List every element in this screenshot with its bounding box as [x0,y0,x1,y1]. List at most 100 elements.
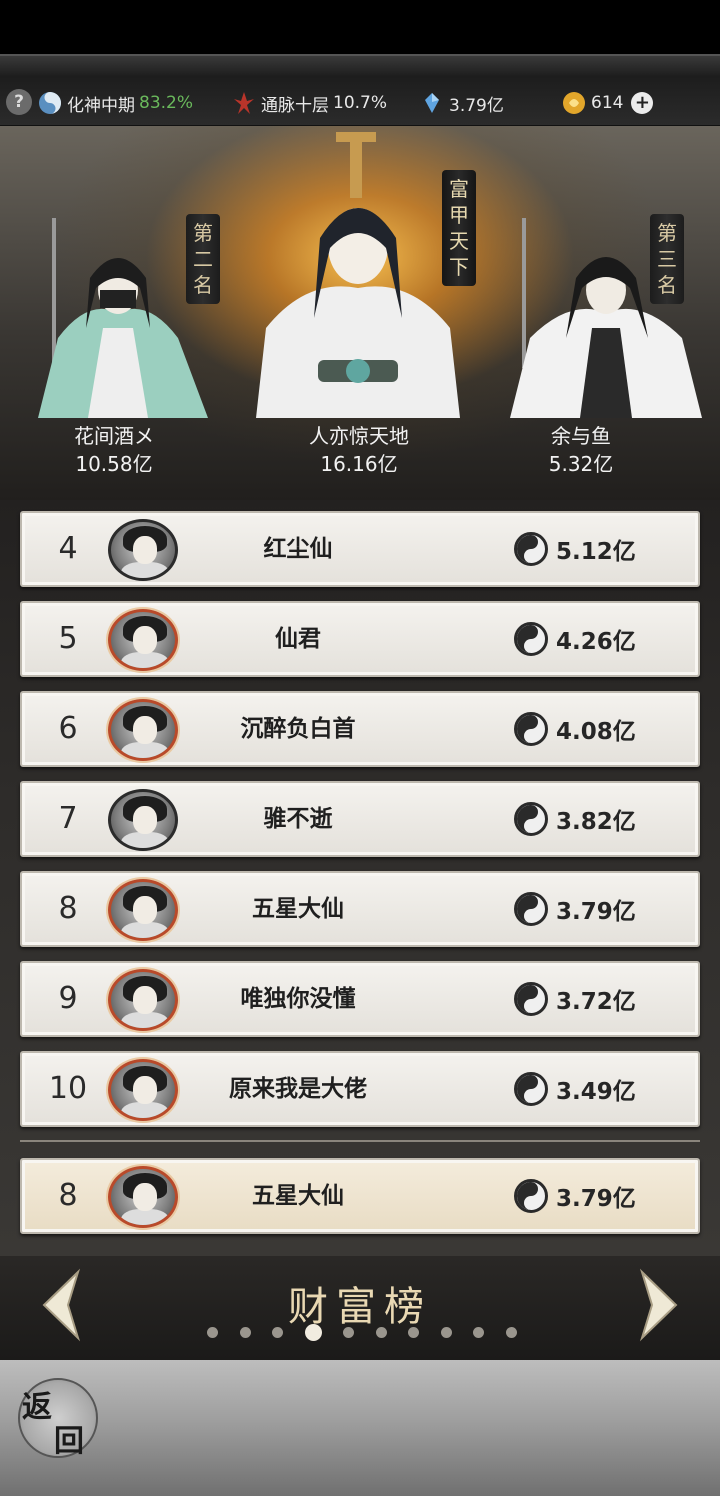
rank-number: 9 [58,981,78,1016]
first-place-portrait [256,132,460,418]
ranking-row[interactable]: 4 红尘仙 5.12亿 [20,511,700,587]
page-dot[interactable] [375,1327,387,1338]
taiji-icon [514,622,548,656]
wealth-amount: 3.79亿 [556,899,636,925]
previous-board-arrow-icon[interactable] [38,1268,82,1342]
first-place-label: 人亦惊天地 16.16亿 [259,422,459,478]
leaderboard-footer: 财富榜 [0,1256,720,1360]
player-avatar[interactable] [108,1059,178,1121]
page-dot[interactable] [408,1327,419,1338]
player-name: 红尘仙 [263,536,333,562]
back-button[interactable]: 返 回 [18,1378,98,1459]
taiji-icon [514,802,548,836]
wealth-value: 4.26亿 [514,621,636,657]
my-wealth-value: 3.79亿 [514,1178,636,1214]
rank-number: 6 [58,711,78,746]
list-divider [20,1140,700,1142]
status-bar: ? 化神中期 83.2% 通脉十层 10.7% 3.79亿 614 + [0,54,720,126]
page-dot[interactable] [207,1327,218,1338]
my-rank-number: 8 [58,1178,78,1213]
player-avatar[interactable] [108,609,178,671]
third-place-value: 5.32亿 [548,452,614,476]
wealth-value: 3.79亿 [514,891,636,927]
wealth-amount: 5.12亿 [556,539,636,565]
wealth-amount: 3.82亿 [556,809,636,835]
player-name: 五星大仙 [252,896,344,922]
crystal-icon [425,93,439,113]
ranking-row[interactable]: 10 原来我是大佬 3.49亿 [20,1051,700,1127]
player-name: 沉醉负白首 [240,716,356,742]
first-place-value: 16.16亿 [320,452,398,476]
second-place-tag: 第二名 [186,214,220,304]
realm-orb-icon [39,92,61,114]
page-dot[interactable] [239,1327,251,1338]
player-avatar[interactable] [108,789,178,851]
second-place-tag-text: 第二名 [193,221,213,297]
rank-number: 8 [58,891,78,926]
meridian-stat[interactable]: 通脉十层 10.7% [232,89,387,117]
second-place-value: 10.58亿 [75,452,153,476]
page-dot[interactable] [272,1327,283,1338]
rank-number: 4 [58,531,78,566]
top-black-band [0,0,720,54]
my-name: 五星大仙 [252,1183,344,1209]
wealth-amount: 4.26亿 [556,629,636,655]
realm-stat[interactable]: 化神中期 83.2% [38,89,193,117]
player-name: 唯独你没懂 [240,986,356,1012]
player-avatar[interactable] [108,519,178,581]
ranking-row[interactable]: 5 仙君 4.26亿 [20,601,700,677]
coin-stat[interactable]: 614 + [562,89,654,117]
third-place-tag-text: 第三名 [657,221,677,297]
back-button-char-2: 回 [54,1424,84,1459]
wealth-value: 3.72亿 [514,981,636,1017]
third-place-label: 余与鱼 5.32亿 [481,422,681,478]
player-avatar[interactable] [108,879,178,941]
my-avatar[interactable] [108,1166,178,1228]
podium-top-three: 第二名 富甲天下 第三名 花间酒メ 10.58亿 人亦惊天地 16.16亿 余与… [0,126,720,500]
wealth-amount: 3.49亿 [556,1079,636,1105]
ranking-row[interactable]: 8 五星大仙 3.79亿 [20,871,700,947]
first-place-name: 人亦惊天地 [309,424,409,448]
meridian-progress: 10.7% [333,93,388,113]
wealth-value: 5.12亿 [514,531,636,567]
add-coin-button[interactable]: + [631,92,654,114]
my-ranking-row[interactable]: 8 五星大仙 3.79亿 [20,1158,700,1234]
crystal-stat[interactable]: 3.79亿 [420,89,504,117]
page-dot[interactable] [343,1327,354,1338]
rank-number: 10 [48,1071,88,1106]
realm-progress: 83.2% [139,93,194,113]
ranking-row[interactable]: 7 骓不逝 3.82亿 [20,781,700,857]
page-dot[interactable] [304,1324,322,1341]
player-avatar[interactable] [108,699,178,761]
wealth-amount: 4.08亿 [556,719,636,745]
page-dot[interactable] [505,1327,517,1338]
page-dot[interactable] [440,1327,452,1338]
first-place-figure[interactable] [256,128,460,418]
third-place-name: 余与鱼 [551,424,611,448]
rank-number: 7 [58,801,78,836]
taiji-icon [514,982,548,1016]
rank-number: 5 [58,621,78,656]
crystal-value: 3.79亿 [449,95,504,116]
wealth-value: 3.82亿 [514,801,636,837]
second-place-label: 花间酒メ 10.58亿 [14,422,214,478]
meridian-flame-icon [234,92,254,114]
wealth-value: 3.49亿 [514,1071,636,1107]
player-name: 骓不逝 [263,806,333,832]
gold-coin-icon [563,92,585,114]
taiji-icon [514,712,548,746]
bottom-area: 返 回 [0,1360,720,1496]
ranking-row[interactable]: 6 沉醉负白首 4.08亿 [20,691,700,767]
title-tag: 富甲天下 [442,170,476,286]
third-place-tag: 第三名 [650,214,684,304]
back-button-char-1: 返 [22,1390,52,1425]
coin-value: 614 [591,93,624,113]
ranking-row[interactable]: 9 唯独你没懂 3.72亿 [20,961,700,1037]
second-place-name: 花间酒メ [74,424,154,448]
next-board-arrow-icon[interactable] [638,1268,682,1342]
page-dot[interactable] [473,1327,484,1338]
title-tag-text: 富甲天下 [449,177,469,279]
help-button[interactable]: ? [6,89,32,115]
page-indicator [207,1324,538,1341]
player-avatar[interactable] [108,969,178,1031]
